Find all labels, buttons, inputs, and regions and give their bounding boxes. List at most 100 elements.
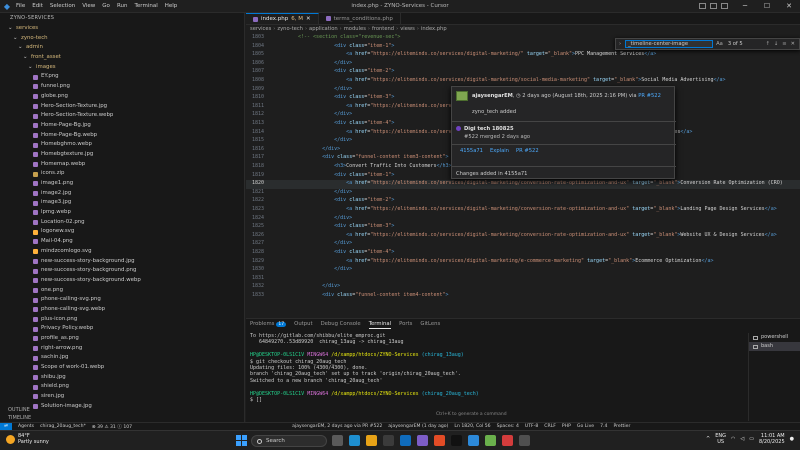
breadcrumb-item[interactable]: zyno-tech — [277, 26, 303, 32]
code-line[interactable]: <div class="item-1"> — [298, 43, 394, 49]
file-explorer-icon[interactable] — [366, 435, 377, 446]
terminal-item-powershell[interactable]: powershell — [749, 333, 800, 342]
status-language[interactable]: PHP — [562, 424, 571, 429]
file-item[interactable]: EY.png — [4, 72, 244, 82]
tab-gitlens[interactable]: GitLens — [420, 319, 440, 329]
taskbar-search[interactable]: Search — [251, 435, 327, 447]
file-item[interactable]: Hero-Section-Texture.webp — [4, 111, 244, 121]
task-view-icon[interactable] — [332, 435, 343, 446]
tab-problems[interactable]: Problems 17 — [250, 319, 287, 329]
file-item[interactable]: plus-icon.png — [4, 315, 244, 325]
outline-section[interactable]: OUTLINE — [4, 406, 244, 414]
menu-help[interactable]: Help — [165, 3, 178, 9]
code-line[interactable]: <a href="https://eliteminds.co/services/… — [298, 258, 713, 264]
code-line[interactable]: </div> — [298, 137, 352, 143]
chevron-up-icon[interactable]: ^ — [706, 436, 710, 442]
breadcrumb-item[interactable]: index.php — [421, 26, 447, 32]
status-blame[interactable]: ajaysengarEM, 2 days ago via PR #522 — [292, 424, 382, 429]
code-line[interactable]: </div> — [298, 266, 352, 272]
file-item[interactable]: Scope of work-01.webp — [4, 363, 244, 373]
file-item[interactable]: image2.jpg — [4, 189, 244, 199]
status-prettier[interactable]: Prettier — [613, 424, 630, 429]
terminal-output[interactable]: To https://gitlab.com/shibbu/elite_empro… — [250, 333, 740, 421]
file-item[interactable]: shield.png — [4, 382, 244, 392]
previous-match-icon[interactable]: ↑ — [766, 41, 770, 47]
status-indent[interactable]: Spaces: 4 — [497, 424, 519, 429]
clock[interactable]: 11:01 AM 8/20/2025 — [759, 433, 785, 445]
menu-file[interactable]: File — [16, 3, 25, 9]
menu-view[interactable]: View — [82, 3, 95, 9]
folder-item[interactable]: ⌄ zyno-tech — [4, 34, 244, 44]
status-cursor-position[interactable]: Ln 1820, Col 56 — [454, 424, 490, 429]
file-item[interactable]: globe.png — [4, 92, 244, 102]
file-item[interactable]: Homemap.webp — [4, 160, 244, 170]
menu-edit[interactable]: Edit — [32, 3, 43, 9]
file-item[interactable]: one.png — [4, 286, 244, 296]
folder-item[interactable]: ⌄ images — [4, 63, 244, 73]
file-item[interactable]: right-arrow.png — [4, 344, 244, 354]
code-line[interactable]: <div class="item-2"> — [298, 68, 394, 74]
language-indicator[interactable]: ENG US — [715, 433, 726, 445]
file-item[interactable]: Location-02.png — [4, 218, 244, 228]
code-line[interactable]: </div> — [298, 283, 340, 289]
code-line[interactable]: <div class="item-4"> — [298, 120, 394, 126]
blame-pr-link[interactable]: PR #522 — [638, 93, 661, 99]
file-item[interactable]: image1.png — [4, 179, 244, 189]
code-line[interactable]: </div> — [298, 215, 352, 221]
minimize-button[interactable]: ─ — [734, 0, 756, 13]
blame-author[interactable]: ajaysengarEM — [472, 93, 513, 99]
file-item[interactable]: new-success-story-background.png — [4, 266, 244, 276]
pr-title[interactable]: Digi tech 180825 — [464, 126, 514, 132]
status-blame-short[interactable]: ajaysengarEM (1 day ago) — [388, 424, 448, 429]
tab-ports[interactable]: Ports — [399, 319, 412, 329]
toggle-panel-icon[interactable] — [710, 3, 717, 9]
teams-icon[interactable] — [417, 435, 428, 446]
explain-button[interactable]: Explain — [490, 148, 509, 154]
file-item[interactable]: Homebgtexture.jpg — [4, 150, 244, 160]
menu-terminal[interactable]: Terminal — [134, 3, 157, 9]
match-case-button[interactable]: Aa — [716, 41, 723, 47]
battery-icon[interactable]: ▭ — [749, 436, 754, 442]
file-item[interactable]: new-success-story-background.webp — [4, 276, 244, 286]
status-go-live[interactable]: Go Live — [577, 424, 594, 429]
file-item[interactable]: funnel.png — [4, 82, 244, 92]
file-item[interactable]: profile_as.png — [4, 334, 244, 344]
file-item[interactable]: Hero-Section-Texture.jpg — [4, 102, 244, 112]
status-branch[interactable]: chirag_20aug_tech* — [40, 424, 86, 429]
breadcrumb-item[interactable]: services — [250, 26, 271, 32]
code-line[interactable]: <a href="https://eliteminds.co/services/… — [298, 206, 777, 212]
file-item[interactable]: siren.jpg — [4, 392, 244, 402]
menu-selection[interactable]: Selection — [50, 3, 75, 9]
status-php-version[interactable]: 7.4 — [600, 424, 607, 429]
menu-go[interactable]: Go — [102, 3, 110, 9]
folder-item[interactable]: ⌄ admin — [4, 43, 244, 53]
find-input[interactable]: _timeline-center-image — [625, 40, 714, 48]
tab-terms-conditions[interactable]: terms_conditions.php — [319, 13, 401, 24]
code-line[interactable]: <a href="https://eliteminds.co/services/… — [298, 51, 656, 57]
close-tab-icon[interactable]: ✕ — [306, 13, 311, 25]
tab-terminal[interactable]: Terminal — [368, 319, 392, 329]
volume-icon[interactable]: ◁ — [740, 436, 744, 442]
file-item[interactable]: logonew.svg — [4, 227, 244, 237]
file-item[interactable]: Home-Page-Bg.jpg — [4, 121, 244, 131]
pr-button[interactable]: PR #522 — [516, 148, 539, 154]
status-agents[interactable]: Agents — [18, 424, 34, 429]
tab-debug-console[interactable]: Debug Console — [321, 319, 361, 329]
file-item[interactable]: shibu.jpg — [4, 373, 244, 383]
folder-item[interactable]: ⌄ services — [4, 24, 244, 34]
file-item[interactable]: phone-calling-svg.webp — [4, 305, 244, 315]
toggle-secondary-sidebar-icon[interactable] — [721, 3, 728, 9]
status-problems[interactable]: ⊗ 39 ⚠ 31 ⓘ 107 — [92, 424, 132, 430]
file-item[interactable]: lpmg.webp — [4, 208, 244, 218]
code-line[interactable]: <div class="item-4"> — [298, 249, 394, 255]
code-line[interactable]: <div class="item-2"> — [298, 197, 394, 203]
code-line[interactable]: <a href="https://eliteminds.co/services/… — [298, 77, 725, 83]
file-item[interactable]: Privacy Policy.webp — [4, 324, 244, 334]
windows-start-icon[interactable] — [236, 435, 247, 446]
code-line[interactable]: <!-- <section class="revenue-sec"> — [298, 34, 400, 40]
folder-item[interactable]: ⌄ front_asset — [4, 53, 244, 63]
breadcrumb-item[interactable]: application — [309, 26, 338, 32]
file-item[interactable]: Home-Page-Bg.webp — [4, 131, 244, 141]
weather-widget[interactable]: 84°F Partly sunny — [6, 433, 49, 445]
status-encoding[interactable]: UTF-8 — [525, 424, 538, 429]
